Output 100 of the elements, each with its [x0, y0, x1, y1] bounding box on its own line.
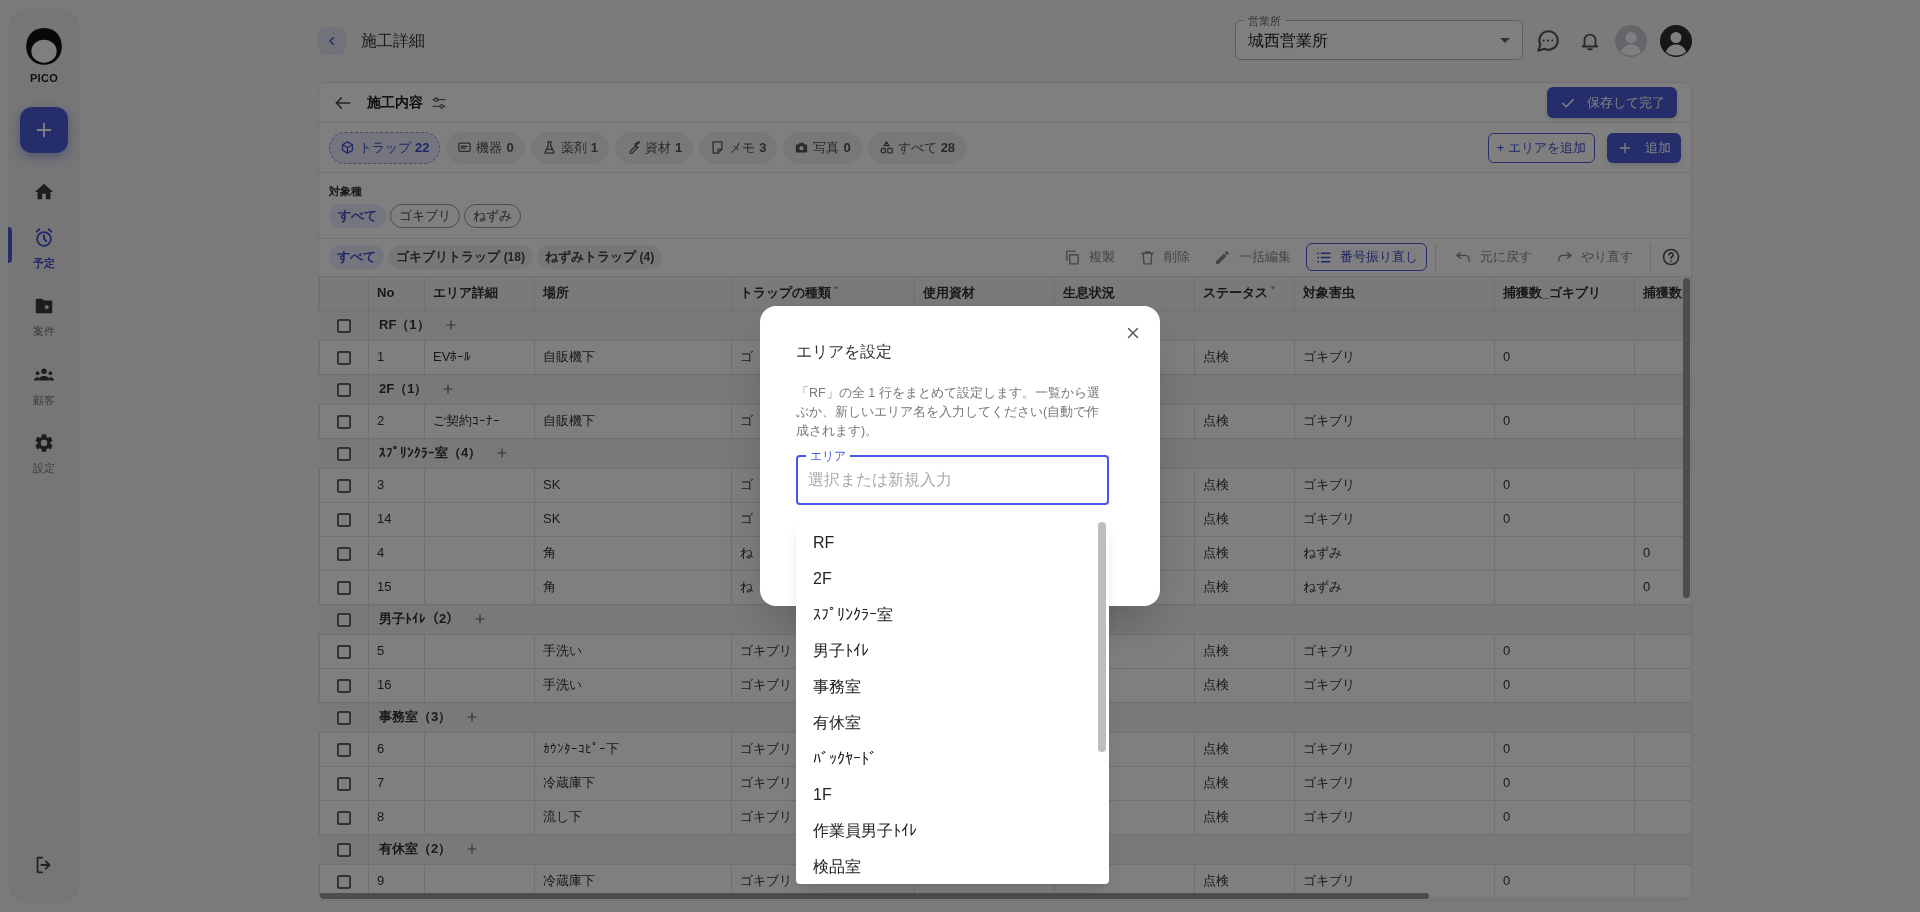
group-label: 有休室（2）: [379, 840, 452, 859]
required-mark: *: [834, 283, 838, 295]
table-cell: 点検: [1194, 634, 1295, 668]
checkbox[interactable]: [336, 710, 351, 725]
plus-icon[interactable]: [473, 612, 488, 626]
panel-title: 施工内容: [367, 93, 423, 112]
field-label: 営業所: [1247, 13, 1282, 29]
table-cell: 0: [1494, 864, 1635, 898]
scrollbar[interactable]: [1098, 522, 1106, 752]
table-cell: 流し下: [534, 800, 732, 834]
filter-chip[interactable]: すべて: [329, 245, 384, 269]
table-cell: ｶｳﾝﾀｰｺﾋﾟｰ下: [534, 732, 732, 766]
table-cell: 0: [1494, 502, 1635, 536]
tab[interactable]: メモ 3: [699, 131, 778, 164]
required-mark: *: [1271, 283, 1275, 295]
group-label: ｽﾌﾟﾘﾝｸﾗｰ室（4）: [379, 444, 482, 463]
filter-chip[interactable]: すべて: [329, 203, 386, 228]
column-header[interactable]: No: [368, 276, 425, 310]
create-button[interactable]: [20, 106, 68, 153]
table-cell: SK: [534, 502, 732, 536]
tab[interactable]: 資材 1: [614, 131, 694, 164]
help-button[interactable]: [1661, 247, 1681, 267]
field-label: エリア: [809, 448, 847, 465]
plus-icon[interactable]: [465, 842, 480, 856]
table-cell: 点検: [1194, 732, 1295, 766]
checkbox[interactable]: [337, 742, 351, 757]
checkbox[interactable]: [337, 350, 351, 365]
camera-icon: [794, 140, 810, 155]
column-header[interactable]: エリア詳細: [424, 276, 535, 310]
checkbox[interactable]: [337, 644, 351, 659]
caret-down-icon: [1500, 38, 1510, 44]
tab[interactable]: 薬剤 1: [530, 131, 609, 164]
column-header[interactable]: 対象害虫: [1294, 276, 1495, 310]
table-cell: ゴキブリ: [1294, 404, 1495, 438]
checkbox[interactable]: [337, 874, 351, 889]
filter-chip[interactable]: ゴキブリトラップ (18): [388, 245, 533, 269]
scrollbar[interactable]: [1683, 277, 1690, 598]
table-cell: 点検: [1194, 766, 1295, 800]
add-button[interactable]: 追加: [1607, 132, 1681, 163]
tab[interactable]: 写真 0: [783, 131, 862, 164]
checkbox[interactable]: [337, 478, 351, 493]
table-cell: 手洗い: [534, 668, 732, 702]
table-cell: ご契約ｺｰﾅｰ: [424, 404, 535, 438]
table-cell: 手洗い: [534, 634, 732, 668]
tab[interactable]: トラップ 22: [329, 131, 441, 164]
checkbox[interactable]: [336, 318, 351, 333]
column-header[interactable]: ステータス $^{*}$: [1194, 276, 1295, 310]
checkbox[interactable]: [337, 512, 351, 527]
table-cell: 0: [1494, 800, 1635, 834]
plus-icon[interactable]: [465, 710, 480, 724]
tab[interactable]: 機器 0: [446, 131, 525, 164]
filter-chip[interactable]: ゴキブリ: [390, 203, 460, 228]
selected-indicator: [8, 226, 12, 263]
toolbar-button[interactable]: 番号振り直し: [1306, 243, 1427, 271]
table-cell: ねずみ: [1294, 570, 1495, 604]
group-label: 事務室（3）: [379, 708, 452, 727]
table-cell: ねずみ: [1294, 536, 1495, 570]
table-cell: 0: [1494, 340, 1635, 374]
plus-icon[interactable]: [495, 446, 510, 460]
scrollbar[interactable]: [319, 893, 1429, 899]
help-icon: [1661, 247, 1681, 267]
checkbox[interactable]: [336, 612, 351, 627]
checkbox[interactable]: [336, 842, 351, 857]
group-label: RF（1）: [379, 316, 430, 335]
table-cell: ゴキブリ: [1294, 634, 1495, 668]
table-cell: 点検: [1194, 800, 1295, 834]
add-area-button[interactable]: + エリアを追加: [1487, 132, 1595, 163]
nav-item[interactable]: 予定: [8, 226, 80, 271]
chat-button[interactable]: [1535, 28, 1561, 54]
tab[interactable]: すべて 28: [867, 131, 967, 164]
column-header[interactable]: 捕獲数_ゴキブリ: [1494, 276, 1635, 310]
back-button[interactable]: [318, 27, 346, 55]
filter-label: 対象種: [329, 184, 363, 199]
table-cell: 点検: [1194, 536, 1295, 570]
filter-chip[interactable]: ねずみトラップ (4): [536, 245, 663, 269]
table-cell: 自販機下: [534, 404, 732, 438]
table-cell: 0: [1494, 766, 1635, 800]
checkbox[interactable]: [337, 678, 351, 693]
table-cell: ゴキブリ: [1294, 340, 1495, 374]
checkbox[interactable]: [337, 776, 351, 791]
settings-button[interactable]: [431, 94, 447, 111]
checkbox[interactable]: [337, 546, 351, 561]
avatar-icon[interactable]: [1660, 25, 1692, 57]
table-cell: 14: [368, 502, 425, 536]
plus-icon[interactable]: [441, 382, 456, 396]
checkbox[interactable]: [337, 414, 351, 429]
plus-icon[interactable]: [443, 318, 458, 332]
filter-chip[interactable]: ねずみ: [464, 203, 521, 228]
save-button[interactable]: 保存して完了: [1547, 87, 1677, 118]
table-cell: 点検: [1194, 668, 1295, 702]
trash-icon: [1139, 248, 1156, 266]
checkbox[interactable]: [337, 810, 351, 825]
checkbox[interactable]: [336, 382, 351, 397]
column-header[interactable]: 場所: [534, 276, 732, 310]
alarm-clock-icon: [33, 226, 55, 249]
checkbox[interactable]: [337, 580, 351, 595]
table-cell: SK: [534, 468, 732, 502]
copy-icon: [1064, 248, 1081, 266]
note-icon: [710, 140, 726, 155]
checkbox[interactable]: [336, 446, 351, 461]
